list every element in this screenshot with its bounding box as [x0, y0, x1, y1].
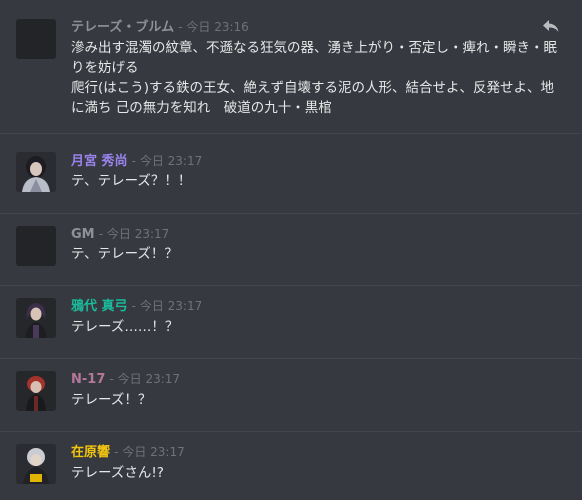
chat-message: 鴉代 真弓 - 今日 23:17 テレーズ……！？	[0, 285, 582, 358]
message-header: テレーズ・ブルム - 今日 23:16	[71, 20, 249, 35]
message-text: テレーズ！？	[71, 392, 152, 408]
timestamp: 今日 23:17	[139, 154, 203, 168]
author-name[interactable]: 在原響	[71, 445, 110, 460]
message-header: N-17 - 今日 23:17	[71, 372, 181, 387]
message-header: 鴉代 真弓 - 今日 23:17	[71, 299, 203, 314]
avatar[interactable]	[16, 298, 56, 338]
chat-message: 月宮 秀尚 - 今日 23:17 テ、テレーズ？！！	[0, 133, 582, 213]
message-text: テ、テレーズ？！！	[71, 173, 192, 189]
message-text: テレーズ……！？	[71, 319, 179, 335]
author-name[interactable]: 月宮 秀尚	[71, 154, 128, 169]
message-text: テ、テレーズ！？	[71, 246, 178, 262]
avatar[interactable]	[16, 226, 56, 266]
avatar[interactable]	[16, 152, 56, 192]
chat-message-list: テレーズ・ブルム - 今日 23:16 滲み出す混濁の紋章、不遜なる狂気の器、湧…	[0, 0, 582, 500]
message-header: GM - 今日 23:17	[71, 227, 170, 242]
reply-icon[interactable]	[542, 18, 560, 34]
chat-message: 在原響 - 今日 23:17 テレーズさん!?	[0, 431, 582, 500]
timestamp: 今日 23:17	[117, 372, 181, 386]
timestamp: 今日 23:17	[106, 227, 170, 241]
author-name[interactable]: 鴉代 真弓	[71, 299, 128, 314]
chat-message: N-17 - 今日 23:17 テレーズ！？	[0, 358, 582, 431]
author-name[interactable]: テレーズ・ブルム	[71, 20, 174, 35]
avatar[interactable]	[16, 371, 56, 411]
avatar[interactable]	[16, 444, 56, 484]
chat-message: GM - 今日 23:17 テ、テレーズ！？	[0, 213, 582, 285]
timestamp: 今日 23:17	[122, 445, 185, 459]
author-name[interactable]: GM	[71, 227, 95, 242]
timestamp: 今日 23:17	[139, 299, 203, 313]
avatar[interactable]	[16, 19, 56, 59]
message-header: 月宮 秀尚 - 今日 23:17	[71, 154, 203, 169]
author-name[interactable]: N-17	[71, 372, 105, 387]
message-text: 滲み出す混濁の紋章、不遜なる狂気の器、湧き上がり・否定し・痺れ・瞬き・眠りを妨げ…	[71, 40, 557, 116]
message-header: 在原響 - 今日 23:17	[71, 445, 185, 460]
message-text: テレーズさん!?	[71, 465, 164, 481]
timestamp: 今日 23:16	[186, 20, 249, 34]
chat-message: テレーズ・ブルム - 今日 23:16 滲み出す混濁の紋章、不遜なる狂気の器、湧…	[0, 0, 582, 133]
